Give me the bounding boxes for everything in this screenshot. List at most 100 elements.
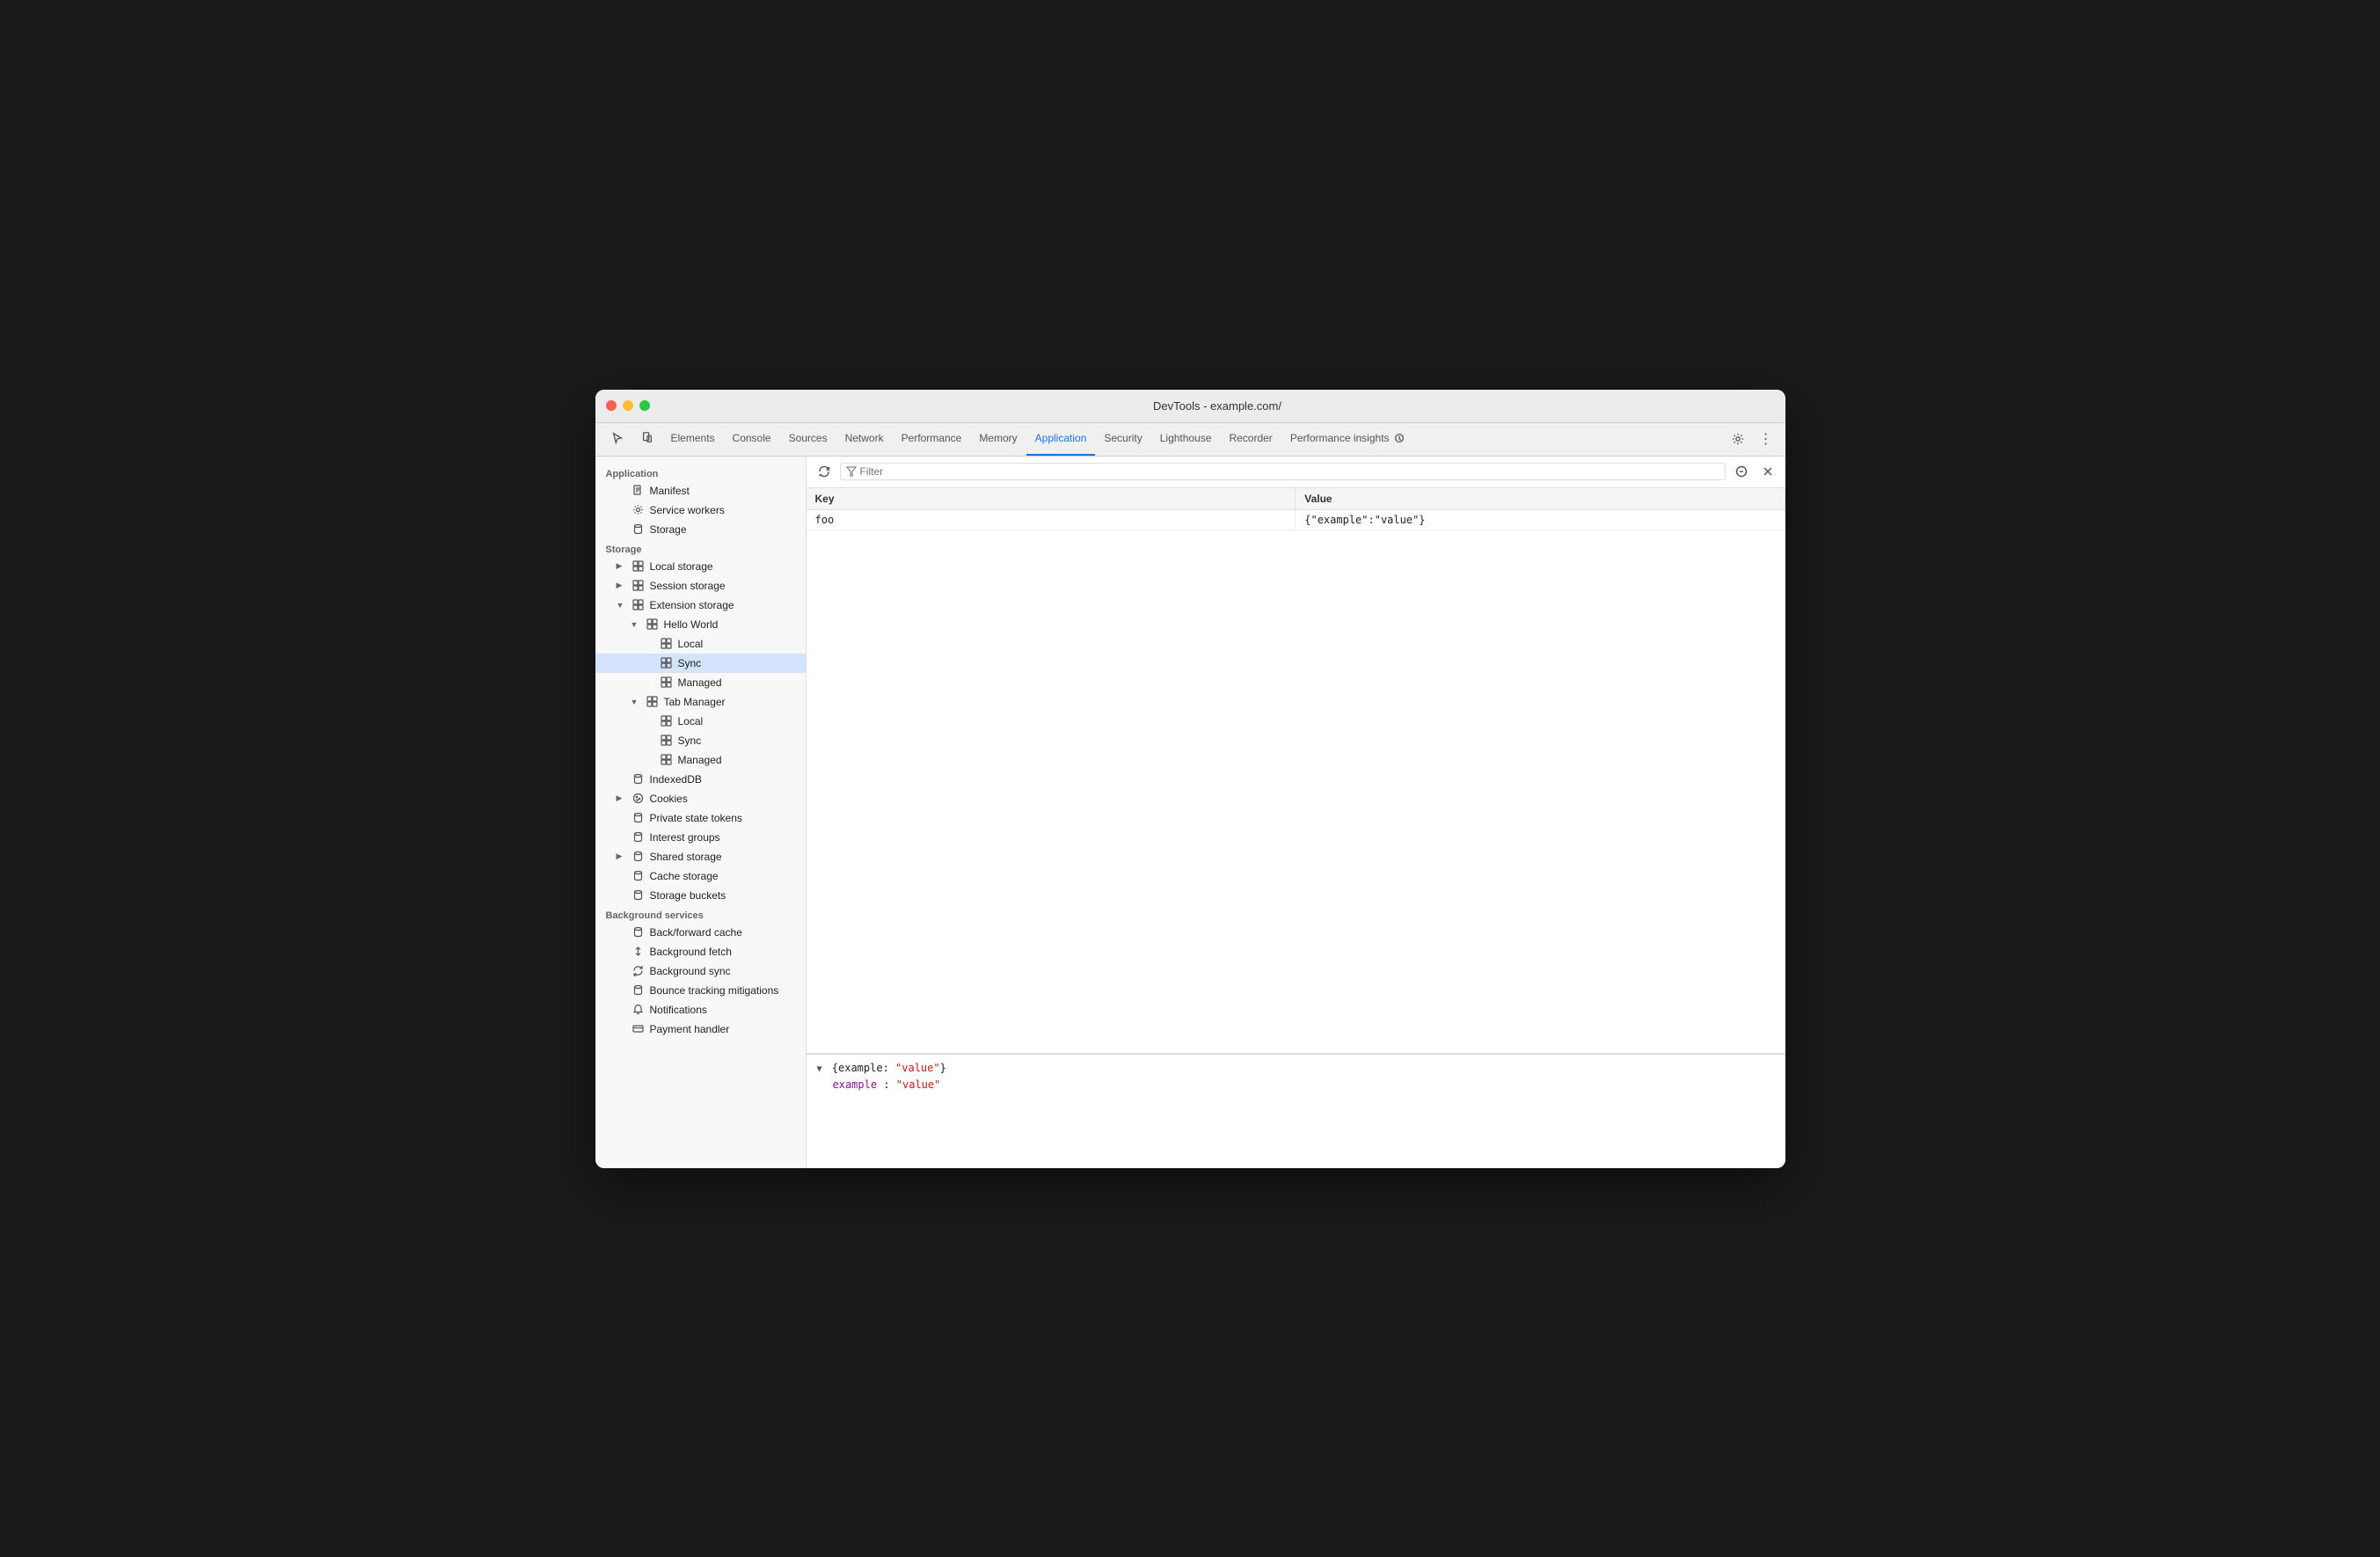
cylinder-icon bbox=[632, 811, 646, 825]
cylinder-icon bbox=[632, 888, 646, 903]
arrows-updown-icon bbox=[632, 945, 646, 959]
sidebar-item-extension-storage[interactable]: ▼ Extension storage bbox=[595, 596, 806, 615]
grid-icon bbox=[646, 695, 660, 709]
sidebar-item-hello-world-sync[interactable]: Sync bbox=[595, 654, 806, 673]
expand-arrow-icon[interactable]: ▼ bbox=[817, 1064, 822, 1074]
cell-key: foo bbox=[807, 509, 1296, 530]
tab-elements[interactable]: Elements bbox=[662, 423, 724, 456]
sidebar-item-hello-world[interactable]: ▼ Hello World bbox=[595, 615, 806, 634]
minimize-button[interactable] bbox=[623, 400, 633, 411]
sidebar-item-shared-storage[interactable]: ▶ Shared storage bbox=[595, 847, 806, 866]
sidebar-item-private-state-tokens[interactable]: Private state tokens bbox=[595, 808, 806, 828]
grid-icon bbox=[660, 753, 674, 767]
chevron-right-icon: ▶ bbox=[617, 561, 627, 571]
refresh-button[interactable] bbox=[814, 461, 835, 482]
hello-world-label: Hello World bbox=[664, 618, 719, 631]
notifications-label: Notifications bbox=[650, 1004, 707, 1016]
sidebar: Application Manifest bbox=[595, 457, 807, 1168]
grid-icon bbox=[632, 598, 646, 612]
tab-inspect-cursor[interactable] bbox=[602, 423, 632, 456]
section-label-background-services: Background services bbox=[595, 905, 806, 923]
cylinder-icon bbox=[632, 850, 646, 864]
tab-security[interactable]: Security bbox=[1095, 423, 1150, 456]
filter-input[interactable] bbox=[860, 465, 1719, 478]
tab-performance[interactable]: Performance bbox=[893, 423, 971, 456]
close-filter-button[interactable] bbox=[1757, 461, 1778, 482]
close-button[interactable] bbox=[606, 400, 617, 411]
preview-child-line: example : "value" bbox=[817, 1077, 1775, 1093]
preview-root-text: {example: "value"} bbox=[832, 1062, 946, 1074]
hw-sync-label: Sync bbox=[678, 657, 702, 669]
column-key[interactable]: Key bbox=[807, 488, 1296, 510]
more-options-icon[interactable]: ⋮ bbox=[1754, 427, 1778, 451]
close-icon bbox=[1763, 466, 1773, 477]
settings-icon[interactable] bbox=[1726, 427, 1750, 451]
sidebar-item-tab-manager-managed[interactable]: Managed bbox=[595, 750, 806, 770]
sidebar-item-storage[interactable]: Storage bbox=[595, 520, 806, 539]
chevron-right-icon: ▶ bbox=[617, 852, 627, 861]
sidebar-item-background-sync[interactable]: Background sync bbox=[595, 961, 806, 981]
storage-buckets-label: Storage buckets bbox=[650, 889, 726, 902]
payment-handler-label: Payment handler bbox=[650, 1023, 730, 1035]
traffic-lights bbox=[606, 400, 650, 411]
sidebar-item-notifications[interactable]: Notifications bbox=[595, 1000, 806, 1020]
table-header-row: Key Value bbox=[807, 488, 1785, 510]
indexeddb-label: IndexedDB bbox=[650, 773, 702, 786]
tm-managed-label: Managed bbox=[678, 754, 722, 766]
sidebar-item-interest-groups[interactable]: Interest groups bbox=[595, 828, 806, 847]
tab-performance-insights[interactable]: Performance insights bbox=[1281, 423, 1414, 456]
sidebar-item-payment-handler[interactable]: Payment handler bbox=[595, 1020, 806, 1039]
sidebar-item-manifest[interactable]: Manifest bbox=[595, 481, 806, 501]
sidebar-item-bounce-tracking[interactable]: Bounce tracking mitigations bbox=[595, 981, 806, 1000]
shared-storage-label: Shared storage bbox=[650, 851, 722, 863]
grid-icon bbox=[660, 676, 674, 690]
sidebar-item-hello-world-local[interactable]: Local bbox=[595, 634, 806, 654]
sidebar-item-background-fetch[interactable]: Background fetch bbox=[595, 942, 806, 961]
sidebar-item-service-workers[interactable]: Service workers bbox=[595, 501, 806, 520]
interest-groups-label: Interest groups bbox=[650, 831, 720, 844]
sidebar-item-local-storage[interactable]: ▶ Local storage bbox=[595, 557, 806, 576]
session-storage-label: Session storage bbox=[650, 580, 726, 592]
sidebar-item-hello-world-managed[interactable]: Managed bbox=[595, 673, 806, 692]
clear-button[interactable] bbox=[1731, 461, 1752, 482]
tab-lighthouse[interactable]: Lighthouse bbox=[1151, 423, 1221, 456]
sidebar-item-cache-storage[interactable]: Cache storage bbox=[595, 866, 806, 886]
section-label-application: Application bbox=[595, 464, 806, 481]
sidebar-item-indexeddb[interactable]: IndexedDB bbox=[595, 770, 806, 789]
sidebar-item-tab-manager[interactable]: ▼ Tab Manager bbox=[595, 692, 806, 712]
sidebar-item-storage-buckets[interactable]: Storage buckets bbox=[595, 886, 806, 905]
window-title: DevTools - example.com/ bbox=[661, 399, 1775, 413]
cell-value: {"example":"value"} bbox=[1296, 509, 1785, 530]
tab-console[interactable]: Console bbox=[724, 423, 780, 456]
background-fetch-label: Background fetch bbox=[650, 946, 732, 958]
sidebar-item-session-storage[interactable]: ▶ Session storage bbox=[595, 576, 806, 596]
grid-icon bbox=[646, 618, 660, 632]
service-workers-label: Service workers bbox=[650, 504, 725, 516]
bounce-tracking-label: Bounce tracking mitigations bbox=[650, 984, 779, 997]
main-content: Application Manifest bbox=[595, 457, 1785, 1168]
devtools-window: DevTools - example.com/ Elements Console… bbox=[595, 390, 1785, 1168]
filter-input-wrapper[interactable] bbox=[840, 463, 1726, 480]
table-row[interactable]: foo {"example":"value"} bbox=[807, 509, 1785, 530]
tab-sources[interactable]: Sources bbox=[780, 423, 836, 456]
chevron-right-icon: ▶ bbox=[617, 793, 627, 803]
tab-device[interactable] bbox=[632, 423, 662, 456]
cylinder-icon bbox=[632, 830, 646, 844]
column-value[interactable]: Value bbox=[1296, 488, 1785, 510]
tab-manager-label: Tab Manager bbox=[664, 696, 726, 708]
tab-recorder[interactable]: Recorder bbox=[1220, 423, 1281, 456]
maximize-button[interactable] bbox=[639, 400, 650, 411]
sidebar-item-cookies[interactable]: ▶ Cookies bbox=[595, 789, 806, 808]
preview-child-value: "value" bbox=[896, 1078, 941, 1091]
tab-network[interactable]: Network bbox=[836, 423, 893, 456]
chevron-down-icon: ▼ bbox=[617, 601, 627, 610]
card-icon bbox=[632, 1022, 646, 1036]
tab-application[interactable]: Application bbox=[1026, 423, 1096, 456]
sidebar-item-tab-manager-sync[interactable]: Sync bbox=[595, 731, 806, 750]
sidebar-item-backforward-cache[interactable]: Back/forward cache bbox=[595, 923, 806, 942]
tab-memory[interactable]: Memory bbox=[970, 423, 1026, 456]
preview-root-line: ▼ {example: "value"} bbox=[817, 1060, 1775, 1077]
grid-icon bbox=[632, 579, 646, 593]
sidebar-item-tab-manager-local[interactable]: Local bbox=[595, 712, 806, 731]
private-state-tokens-label: Private state tokens bbox=[650, 812, 742, 824]
